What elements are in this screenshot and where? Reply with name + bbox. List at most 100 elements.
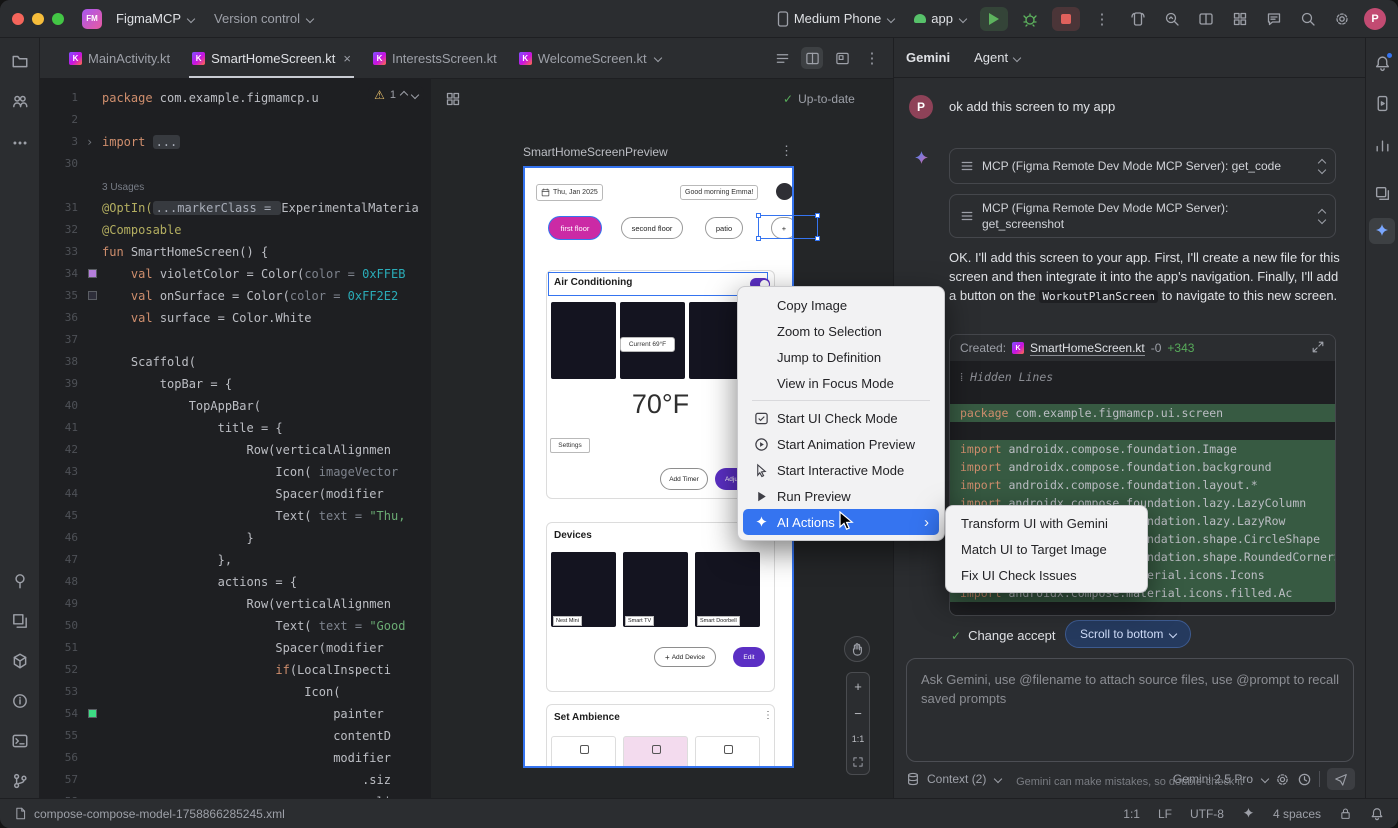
code-line[interactable]: 51 Spacer(modifier (40, 637, 430, 659)
code-line[interactable]: 46 } (40, 527, 430, 549)
indent-setting[interactable]: 4 spaces (1273, 807, 1321, 821)
hidden-lines-row[interactable]: ⁞ Hidden Lines (950, 368, 1335, 386)
selection-handle[interactable] (815, 213, 820, 218)
submenu-item-transform-ui-with-gemini[interactable]: Transform UI with Gemini (951, 510, 1142, 536)
code-line[interactable]: 3›import ... (40, 131, 430, 153)
code-line[interactable]: 35 val onSurface = Color(color = 0xFF2E2 (40, 285, 430, 307)
tab-first-floor[interactable]: first floor (549, 217, 601, 239)
device-selector[interactable]: Medium Phone (771, 8, 900, 30)
inspection-widget[interactable]: ⚠ 1 (368, 86, 424, 104)
code-line[interactable]: 58 .cli (40, 791, 430, 798)
preview-grid-button[interactable] (445, 91, 461, 110)
code-line[interactable]: 50 Text( text = "Good (40, 615, 430, 637)
code-line[interactable]: 2 (40, 109, 430, 131)
git-tool-button[interactable] (7, 768, 33, 794)
vcs-widget[interactable]: Version control (208, 8, 319, 29)
lock-icon[interactable] (1339, 807, 1352, 820)
debug-button[interactable] (1016, 7, 1044, 31)
stop-button[interactable] (1052, 7, 1080, 31)
code-line[interactable]: 53 Icon( (40, 681, 430, 703)
menu-item-view-in-focus-mode[interactable]: View in Focus Mode (743, 370, 939, 396)
code-line[interactable]: 57 .siz (40, 769, 430, 791)
add-timer-button[interactable]: Add Timer (660, 468, 708, 490)
code-line[interactable]: 39 topBar = { (40, 373, 430, 395)
code-line[interactable]: 3 Usages (40, 175, 430, 197)
fold-arrow-icon[interactable]: › (86, 135, 93, 149)
hidden-tabs-chevron-icon[interactable] (653, 54, 661, 62)
created-file-link[interactable]: SmartHomeScreen.kt (1030, 341, 1145, 356)
build-tool-button[interactable] (7, 648, 33, 674)
code-line[interactable]: 52 if(LocalInspecti (40, 659, 430, 681)
code-line[interactable]: 54 painter (40, 703, 430, 725)
selection-handle[interactable] (815, 236, 820, 241)
color-swatch[interactable] (88, 291, 97, 300)
caret-position[interactable]: 1:1 (1123, 807, 1140, 821)
code-line[interactable]: 48 actions = { (40, 571, 430, 593)
code-line[interactable]: 47 }, (40, 549, 430, 571)
tab-second-floor[interactable]: second floor (621, 217, 683, 239)
line-ending[interactable]: LF (1158, 807, 1172, 821)
layers-tool-button[interactable] (7, 608, 33, 634)
code-view-button[interactable] (771, 47, 793, 69)
window-zoom-button[interactable] (52, 13, 64, 25)
code-line[interactable]: 31@OptIn(...markerClass = ExperimentalMa… (40, 197, 430, 219)
pan-tool-button[interactable] (844, 636, 870, 662)
edit-button[interactable]: Edit (733, 647, 765, 667)
expand-icon[interactable] (1311, 340, 1325, 357)
search-everywhere-button[interactable] (1294, 7, 1322, 31)
tool-call-get-screenshot[interactable]: MCP (Figma Remote Dev Mode MCP Server): … (949, 194, 1336, 238)
gemini-tool-button[interactable] (1369, 218, 1395, 244)
menu-item-run-preview[interactable]: Run Preview (743, 483, 939, 509)
chevron-up-down-icon[interactable] (1319, 160, 1325, 173)
settings-chip[interactable]: Settings (550, 438, 590, 453)
submenu-item-match-ui-to-target-image[interactable]: Match UI to Target Image (951, 536, 1142, 562)
code-line[interactable]: 37 (40, 329, 430, 351)
file-encoding[interactable]: UTF-8 (1190, 807, 1224, 821)
design-view-button[interactable] (831, 47, 853, 69)
project-selector[interactable]: FigmaMCP (110, 8, 200, 29)
notifications-button[interactable] (1369, 50, 1395, 76)
submenu-item-fix-ui-check-issues[interactable]: Fix UI Check Issues (951, 562, 1142, 588)
tab-agent[interactable]: Agent (974, 50, 1020, 65)
profiler-button[interactable] (1158, 7, 1186, 31)
tab-welcomescreen[interactable]: KWelcomeScreen.kt (508, 38, 672, 78)
user-avatar[interactable]: P (1364, 8, 1386, 30)
selection-handle[interactable] (756, 213, 761, 218)
code-line[interactable]: 45 Text( text = "Thu, (40, 505, 430, 527)
tab-patio[interactable]: patio (705, 217, 743, 239)
code-line[interactable]: 34 val violetColor = Color(color = 0xFFE… (40, 263, 430, 285)
scroll-to-bottom-button[interactable]: Scroll to bottom (1065, 620, 1191, 648)
code-line[interactable]: 38 Scaffold( (40, 351, 430, 373)
tab-mainactivity[interactable]: KMainActivity.kt (58, 38, 181, 78)
code-line[interactable]: 30 (40, 153, 430, 175)
running-devices-button[interactable] (1369, 90, 1395, 116)
menu-item-start-animation-preview[interactable]: Start Animation Preview (743, 431, 939, 457)
tool-grid-button[interactable] (1226, 7, 1254, 31)
code-line[interactable]: 42 Row(verticalAlignmen (40, 439, 430, 461)
settings-button[interactable] (1328, 7, 1356, 31)
chevron-down-icon[interactable] (411, 91, 419, 99)
menu-item-zoom-to-selection[interactable]: Zoom to Selection (743, 318, 939, 344)
editor-options-button[interactable]: ⋮ (861, 47, 883, 69)
more-run-actions-button[interactable]: ⋮ (1088, 7, 1116, 31)
code-line[interactable]: 36 val surface = Color.White (40, 307, 430, 329)
menu-item-jump-to-definition[interactable]: Jump to Definition (743, 344, 939, 370)
split-view-button[interactable] (801, 47, 823, 69)
fit-to-screen-icon[interactable] (852, 756, 864, 768)
code-line[interactable]: 32@Composable (40, 219, 430, 241)
menu-item-start-ui-check-mode[interactable]: Start UI Check Mode (743, 405, 939, 431)
project-tool-button[interactable] (7, 48, 33, 74)
tab-smarthomescreen[interactable]: KSmartHomeScreen.kt× (181, 38, 362, 78)
code-editor[interactable]: 1package com.example.figmamcp.u23›import… (40, 79, 430, 798)
selection-handle[interactable] (756, 236, 761, 241)
status-file-group[interactable]: compose-compose-model-1758866285245.xml (14, 807, 285, 821)
gemini-input-box[interactable]: Ask Gemini, use @filename to attach sour… (906, 658, 1354, 762)
zoom-out-icon[interactable]: − (854, 706, 862, 721)
run-button[interactable] (980, 7, 1008, 31)
ai-chat-button[interactable] (1260, 7, 1288, 31)
bookmarks-tool-button[interactable] (7, 568, 33, 594)
zoom-in-icon[interactable]: + (854, 679, 862, 694)
more-tool-windows-button[interactable] (7, 130, 33, 156)
resource-manager-button[interactable] (7, 88, 33, 114)
profiler-tool-button[interactable] (1369, 132, 1395, 158)
